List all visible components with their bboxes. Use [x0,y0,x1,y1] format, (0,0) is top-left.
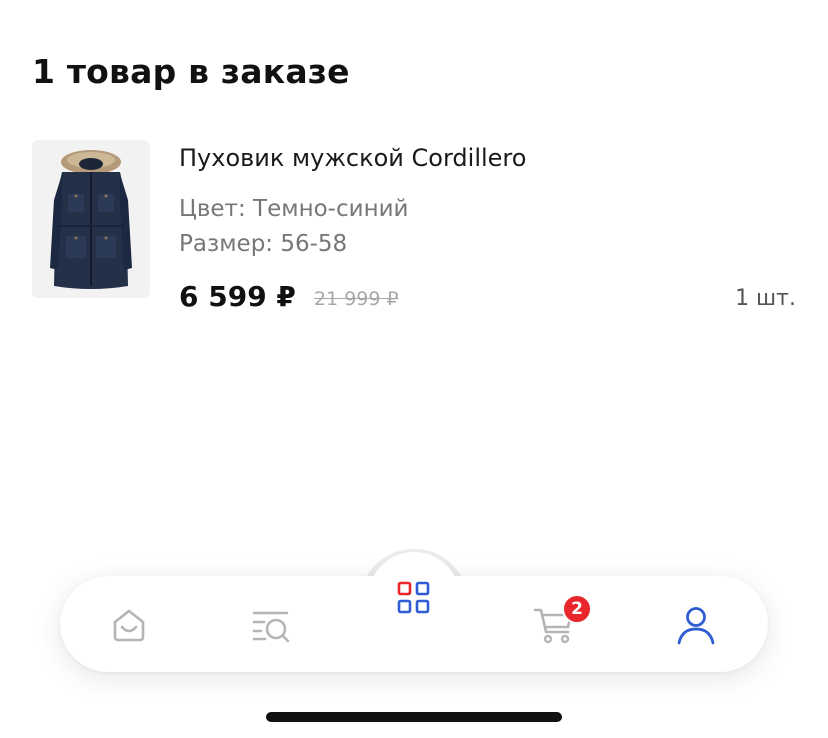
home-indicator[interactable] [266,712,562,722]
nav-catalog-button[interactable] [384,568,444,628]
catalog-search-icon [252,611,290,643]
nav-profile-button[interactable] [666,595,726,655]
product-quantity: 1 шт. [735,286,796,311]
product-name[interactable]: Пуховик мужской Cordillero [179,144,526,172]
parka-jacket-image [50,150,132,289]
home-icon [113,609,145,642]
product-size: Размер: 56-58 [179,231,348,257]
product-old-price: 21 999 ₽ [314,288,399,310]
cart-count-badge: 2 [562,594,592,624]
nav-home-button[interactable] [99,595,159,655]
profile-icon [677,607,715,645]
order-title: 1 товар в заказе [32,52,350,91]
product-color: Цвет: Темно-синий [179,196,409,222]
product-image[interactable] [32,140,150,298]
product-price: 6 599 ₽ [179,280,296,313]
nav-catalog-search-button[interactable] [241,595,301,655]
catalog-grid-icon [397,581,430,614]
